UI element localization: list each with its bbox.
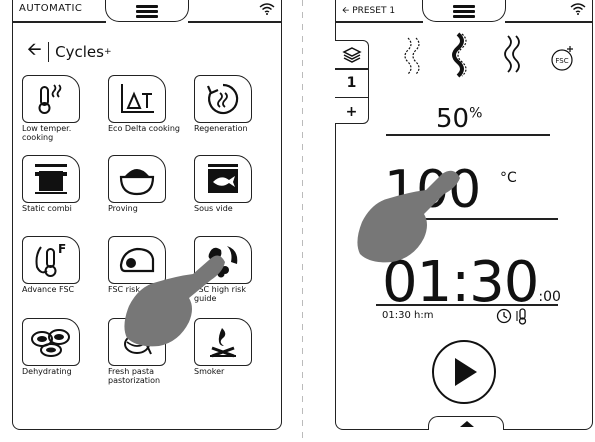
tile-regeneration[interactable]: Regeneration: [194, 75, 266, 135]
delta-t-graph-icon: [121, 84, 154, 113]
hamburger-menu-icon[interactable]: [136, 5, 158, 18]
bottom-drawer-tab[interactable]: [428, 416, 504, 430]
time-format: 01:30 h:m: [382, 310, 434, 321]
tile-sous-vide[interactable]: Sous vide: [194, 155, 266, 215]
low-temperature-thermometer-icon: [38, 84, 62, 114]
play-icon: [455, 358, 477, 386]
regeneration-icon: [206, 83, 239, 115]
cycles-panel: AUTOMATIC 🡨 Cycles + Low temper. cooking: [12, 0, 282, 430]
layers-icon: [341, 46, 362, 63]
steam-high-icon[interactable]: [452, 32, 467, 78]
tile-eco-delta-cooking[interactable]: Eco Delta cooking: [108, 75, 180, 135]
top-bar: 🡨 PRESET 1: [336, 0, 592, 23]
steam-level-selector[interactable]: FSC: [396, 30, 586, 86]
back-arrow-icon[interactable]: 🡨: [27, 37, 42, 67]
back-arrow-icon[interactable]: 🡨: [342, 6, 349, 16]
chevron-up-icon: [460, 421, 474, 427]
tile-label: Smoker: [194, 367, 225, 376]
pot-icon: [35, 164, 67, 194]
dried-fruit-icon: [31, 329, 70, 357]
time-underline: [376, 304, 558, 306]
preset-header[interactable]: 🡨 PRESET 1: [342, 3, 395, 19]
tile-static-combi[interactable]: Static combi: [22, 155, 94, 215]
top-bar: AUTOMATIC: [13, 0, 281, 23]
hamburger-menu-icon[interactable]: [453, 5, 475, 18]
preset-label: PRESET 1: [352, 6, 396, 16]
tile-label: Advance FSC: [22, 285, 75, 294]
humidity-underline: [386, 134, 550, 136]
tile-label: Low temper. cooking: [22, 124, 72, 142]
tile-low-temperature-cooking[interactable]: Low temper. cooking: [22, 75, 94, 141]
tile-advance-fsc[interactable]: F Advance FSC: [22, 236, 94, 296]
dough-bowl-icon: [119, 169, 155, 196]
tile-dehydrating[interactable]: Dehydrating: [22, 318, 94, 378]
tile-label: Eco Delta cooking: [108, 124, 180, 133]
tile-label: Proving: [108, 204, 138, 213]
cycles-header: 🡨 Cycles +: [27, 39, 112, 63]
preset-panel: 🡨 PRESET 1 1 + FSC 50% °C 01:30:00 01:30…: [335, 0, 593, 430]
phase-button[interactable]: 1: [335, 70, 368, 97]
tile-proving[interactable]: Proving: [108, 155, 180, 215]
tile-label: Static combi: [22, 204, 72, 213]
header-mark: +: [103, 47, 112, 57]
temperature-unit: °C: [500, 170, 517, 186]
tile-label: Regeneration: [194, 124, 248, 133]
start-button[interactable]: [432, 340, 496, 404]
timer-mode-icons[interactable]: [496, 307, 532, 325]
page-title: Cycles: [55, 43, 104, 61]
pointing-hand-icon: [357, 170, 460, 263]
wifi-icon: [570, 3, 586, 15]
pointing-hand-icon: [124, 255, 225, 347]
fsc-button[interactable]: FSC: [551, 46, 573, 71]
menu-notch[interactable]: [105, 0, 189, 22]
tile-label: Sous vide: [194, 204, 233, 213]
fsc-label: FSC: [555, 57, 568, 65]
mode-label: AUTOMATIC: [19, 3, 83, 14]
side-toolbar: 1 +: [335, 40, 369, 124]
steam-medium-icon[interactable]: [504, 35, 520, 73]
time-seconds: :00: [538, 289, 561, 305]
probe-thermometer-icon[interactable]: [516, 308, 527, 325]
menu-notch[interactable]: [422, 0, 506, 22]
humidity-value: 50: [436, 104, 470, 134]
tile-label: Fresh pasta pastorization: [108, 367, 161, 385]
fsc-thermometer-icon: F: [35, 242, 66, 277]
sous-vide-fish-icon: [208, 164, 238, 193]
humidity-unit: %: [469, 105, 483, 122]
svg-text:F: F: [58, 242, 66, 256]
clock-icon[interactable]: [496, 308, 512, 324]
wifi-icon: [259, 3, 275, 15]
tile-label: Dehydrating: [22, 367, 72, 376]
panel-divider: [302, 0, 303, 442]
layers-button[interactable]: [335, 41, 368, 68]
steam-low-icon[interactable]: [404, 37, 420, 75]
add-phase-button[interactable]: +: [335, 98, 368, 125]
humidity-display[interactable]: 50%: [436, 104, 482, 134]
